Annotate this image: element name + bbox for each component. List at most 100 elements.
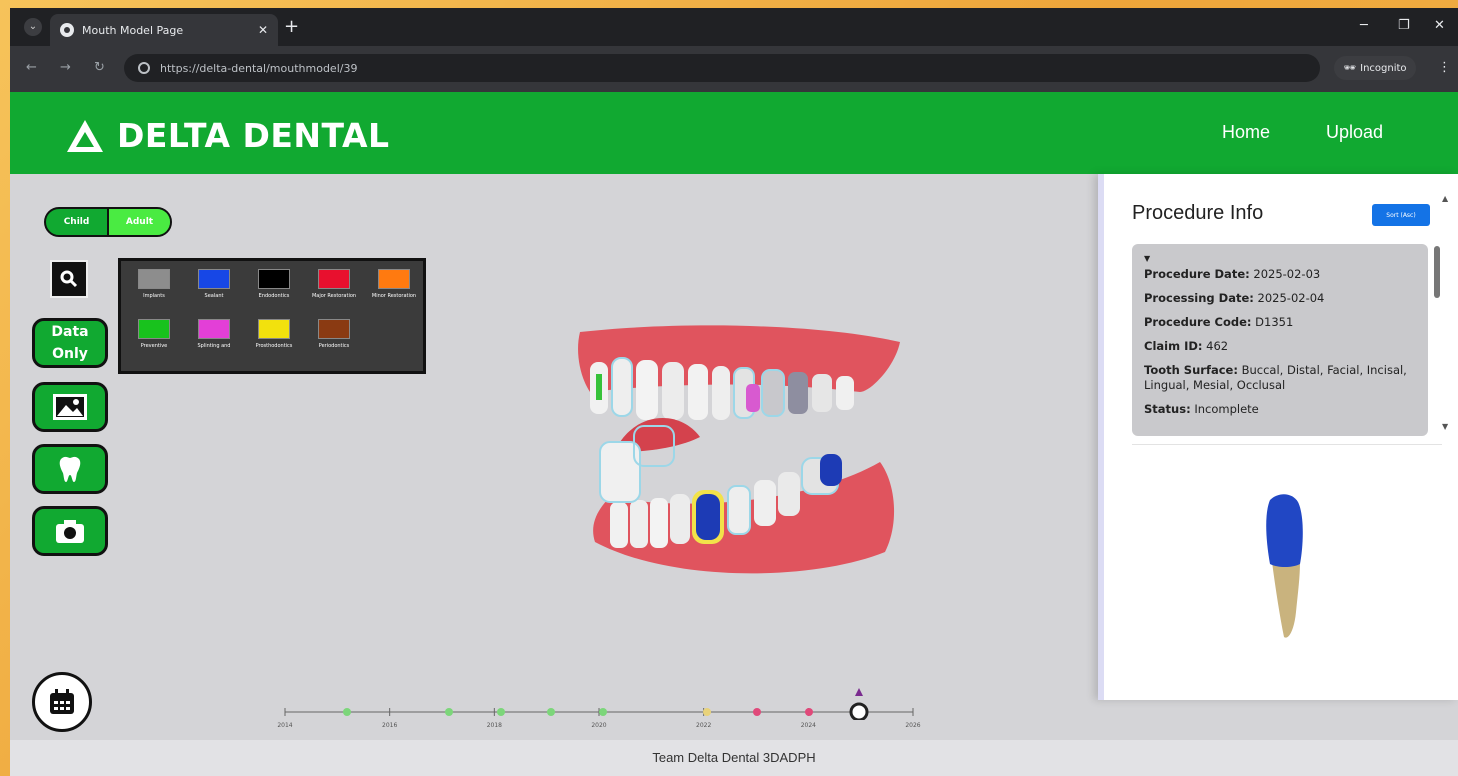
legend-swatch <box>318 319 350 339</box>
legend-swatch <box>258 269 290 289</box>
legend-item: Minor Restoration <box>365 269 423 319</box>
site-header: DELTA DENTAL Home Upload <box>10 92 1458 174</box>
back-icon[interactable]: ← <box>26 60 37 75</box>
tab-search-icon[interactable]: ⌄ <box>24 18 42 36</box>
scroll-down-icon[interactable]: ▼ <box>1442 422 1448 431</box>
nav-upload-link[interactable]: Upload <box>1326 122 1383 143</box>
image-view-button[interactable] <box>32 382 108 432</box>
legend-label: Major Restoration <box>311 293 357 299</box>
browser-menu-icon[interactable]: ⋮ <box>1438 60 1451 75</box>
processing-date-row: Processing Date: 2025-02-04 <box>1144 291 1416 306</box>
procedure-date-value: 2025-02-03 <box>1253 267 1321 281</box>
brand-logo[interactable]: DELTA DENTAL <box>65 116 390 155</box>
legend-label: Splinting and <box>197 343 231 349</box>
restore-icon[interactable]: ❐ <box>1398 18 1410 33</box>
search-button[interactable] <box>50 260 88 298</box>
legend-item: Major Restoration <box>305 269 363 319</box>
legend-swatch <box>378 269 410 289</box>
status-row: Status: Incomplete <box>1144 402 1416 417</box>
legend-label: Periodontics <box>318 343 350 349</box>
legend-swatch <box>258 319 290 339</box>
collapse-caret-icon[interactable]: ▼ <box>1144 254 1416 263</box>
timeline-marker[interactable] <box>703 708 711 716</box>
site-favicon-icon <box>60 23 74 37</box>
data-only-button[interactable]: Data Only <box>32 318 108 368</box>
legend-swatch <box>318 269 350 289</box>
procedure-date-row: Procedure Date: 2025-02-03 <box>1144 267 1416 282</box>
timeline-year-label: 2014 <box>277 722 293 729</box>
claim-id-label: Claim ID: <box>1144 339 1203 353</box>
timeline-marker[interactable] <box>547 708 555 716</box>
tooth-view-button[interactable] <box>32 444 108 494</box>
processing-date-label: Processing Date: <box>1144 291 1254 305</box>
timeline-year-label: 2020 <box>591 722 607 729</box>
toggle-child[interactable]: Child <box>46 209 107 235</box>
page-content: DELTA DENTAL Home Upload Child Adult Imp… <box>10 92 1458 776</box>
timeline-marker[interactable] <box>497 708 505 716</box>
close-window-icon[interactable]: ✕ <box>1434 18 1445 33</box>
sort-button[interactable]: Sort (Asc) <box>1372 204 1430 226</box>
legend-swatch <box>198 319 230 339</box>
timeline-marker[interactable] <box>805 708 813 716</box>
nav-home-link[interactable]: Home <box>1222 122 1270 143</box>
legend-label: Sealant <box>204 293 224 299</box>
timeline-marker[interactable] <box>343 708 351 716</box>
legend-item: Sealant <box>185 269 243 319</box>
legend-label: Minor Restoration <box>371 293 417 299</box>
minimize-icon[interactable]: ─ <box>1360 18 1368 33</box>
brand-name: DELTA DENTAL <box>117 116 390 155</box>
claim-id-row: Claim ID: 462 <box>1144 339 1416 354</box>
timeline-marker[interactable] <box>445 708 453 716</box>
procedure-legend: Implants Sealant Endodontics Major Restorat… <box>118 258 426 374</box>
procedure-info-panel: Procedure Info Sort (Asc) ▲ ▼ ▼ Procedur… <box>1098 174 1458 700</box>
timeline-current-marker[interactable] <box>849 702 869 722</box>
procedure-date-label: Procedure Date: <box>1144 267 1250 281</box>
panel-title: Procedure Info <box>1132 202 1264 224</box>
panel-divider <box>1132 444 1442 445</box>
search-icon <box>60 270 78 288</box>
reload-icon[interactable]: ↻ <box>94 60 105 75</box>
timeline-marker[interactable] <box>753 708 761 716</box>
legend-item: Periodontics <box>305 319 363 369</box>
timeline-marker[interactable] <box>599 708 607 716</box>
legend-item: Splinting and <box>185 319 243 369</box>
legend-label: Endodontics <box>258 293 290 299</box>
camera-button[interactable] <box>32 506 108 556</box>
card-scrollbar[interactable] <box>1434 246 1440 298</box>
tooth-surface-label: Tooth Surface: <box>1144 363 1238 377</box>
page-footer: Team Delta Dental 3DADPH <box>10 740 1458 776</box>
address-bar: ← → ↻ https://delta-dental/mouthmodel/39… <box>10 46 1458 92</box>
age-toggle[interactable]: Child Adult <box>44 207 172 237</box>
calendar-icon <box>50 689 74 714</box>
forward-icon[interactable]: → <box>60 60 71 75</box>
tab-bar: ⌄ Mouth Model Page ✕ + ─ ❐ ✕ <box>10 8 1458 46</box>
toggle-adult[interactable]: Adult <box>107 209 170 235</box>
status-value: Incomplete <box>1194 402 1259 416</box>
timeline-year-label: 2018 <box>486 722 502 729</box>
procedure-code-row: Procedure Code: D1351 <box>1144 315 1416 330</box>
url-input[interactable]: https://delta-dental/mouthmodel/39 <box>124 54 1320 82</box>
site-info-icon[interactable] <box>138 62 150 74</box>
tab-close-icon[interactable]: ✕ <box>258 23 268 37</box>
legend-label: Preventive <box>140 343 168 349</box>
browser-tab[interactable]: Mouth Model Page ✕ <box>50 14 278 46</box>
timeline-year-label: 2022 <box>696 722 712 729</box>
legend-label: Implants <box>143 293 165 299</box>
legend-item: Implants <box>125 269 183 319</box>
procedure-code-label: Procedure Code: <box>1144 315 1252 329</box>
procedure-card: ▼ Procedure Date: 2025-02-03 Processing … <box>1132 244 1428 436</box>
browser-window: ⌄ Mouth Model Page ✕ + ─ ❐ ✕ ← → ↻ https… <box>10 8 1458 776</box>
legend-label: Prosthodontics <box>255 343 293 349</box>
new-tab-icon[interactable]: + <box>284 16 299 37</box>
incognito-badge[interactable]: 🕶 Incognito <box>1334 56 1416 80</box>
processing-date-value: 2025-02-04 <box>1257 291 1325 305</box>
data-only-label-1: Data <box>51 324 89 340</box>
scroll-up-icon[interactable]: ▲ <box>1442 194 1448 203</box>
url-text: https://delta-dental/mouthmodel/39 <box>160 61 358 75</box>
legend-item: Preventive <box>125 319 183 369</box>
calendar-button[interactable] <box>32 672 92 732</box>
mouth-model-3d[interactable] <box>550 322 930 622</box>
selected-tooth-3d[interactable] <box>1254 492 1314 642</box>
procedure-timeline[interactable]: 2014 2016 2018 2020 2022 2024 2026 <box>265 680 925 740</box>
legend-swatch <box>198 269 230 289</box>
